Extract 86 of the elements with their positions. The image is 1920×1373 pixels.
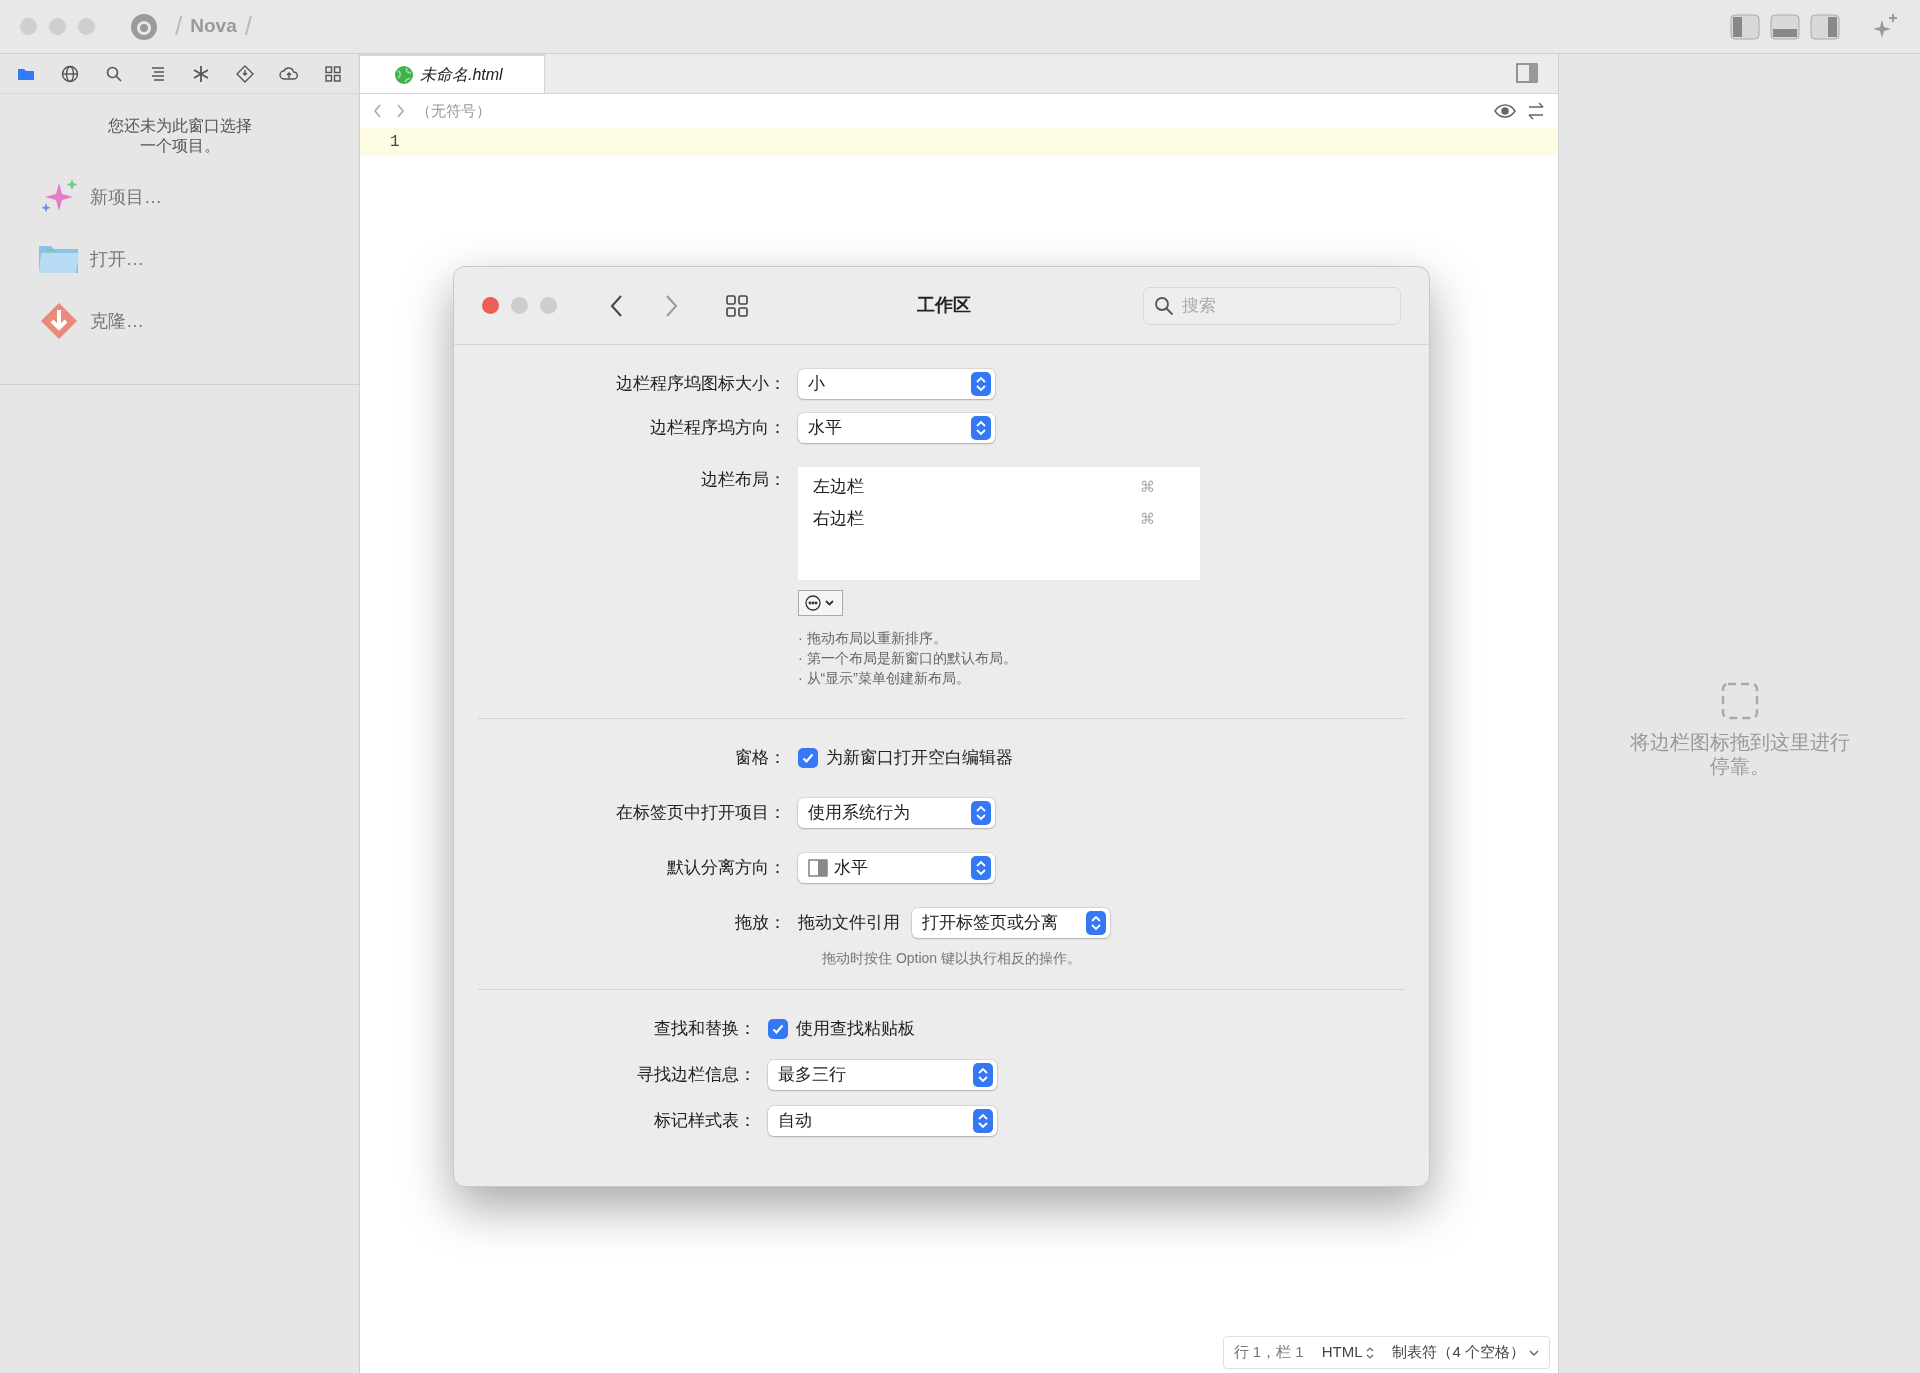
chevron-down-icon xyxy=(1529,1348,1539,1357)
dialog-title: 工作区 xyxy=(916,294,972,317)
app-logo-icon xyxy=(129,11,159,42)
popup-button[interactable]: 小 xyxy=(798,369,995,399)
popup-value: 最多三行 xyxy=(778,1064,846,1087)
field-label: 拖放： xyxy=(734,912,786,935)
checkmark-icon xyxy=(801,751,815,765)
popup-button[interactable]: 自动 xyxy=(768,1106,997,1136)
field-label: 寻找边栏信息： xyxy=(636,1064,756,1087)
split-view-icon xyxy=(808,859,828,877)
field-label: 边栏程序坞图标大小： xyxy=(615,373,786,396)
field-label: 边栏布局： xyxy=(700,469,786,491)
popup-button[interactable]: 水平 xyxy=(798,853,995,883)
cursor-position[interactable]: 行 1，栏 1 xyxy=(1233,1341,1304,1364)
app-name: Nova xyxy=(190,14,237,39)
stepper-icon xyxy=(971,801,991,825)
field-label: 标记样式表： xyxy=(653,1110,756,1133)
checkbox[interactable] xyxy=(798,748,818,768)
stepper-icon xyxy=(973,1109,993,1133)
shortcut-text: ⌘ xyxy=(1140,476,1155,497)
globe-icon xyxy=(394,64,414,85)
syntax-selector[interactable]: HTML xyxy=(1321,1341,1375,1364)
grid-icon[interactable] xyxy=(322,63,343,84)
action-link[interactable]: 克隆… xyxy=(90,307,144,335)
popup-value: 小 xyxy=(808,373,825,396)
note-text: · 第一个布局是新窗口的默认布局。 xyxy=(798,649,1018,668)
stepper-icon xyxy=(971,372,991,396)
layout-toggle-icon[interactable] xyxy=(1730,13,1760,40)
popup-value: 打开标签页或分离 xyxy=(922,912,1058,935)
popup-value: 自动 xyxy=(778,1110,812,1133)
field-label: 窗格： xyxy=(734,747,786,770)
close-button[interactable] xyxy=(482,297,499,314)
popup-button[interactable]: 水平 xyxy=(798,413,995,443)
dock-hint-text: 停靠。 xyxy=(1709,754,1770,778)
list-item[interactable]: 右边栏 ⌘ xyxy=(798,503,1200,535)
checkbox[interactable] xyxy=(768,1019,788,1039)
hint-text: 拖动时按住 Option 键以执行相反的操作。 xyxy=(822,949,1083,968)
eye-icon[interactable] xyxy=(1494,103,1516,119)
checkbox-label[interactable]: 为新窗口打开空白编辑器 xyxy=(826,745,1013,771)
popup-button[interactable]: 使用系统行为 xyxy=(798,798,995,828)
swap-icon[interactable] xyxy=(1526,102,1546,120)
stepper-icon xyxy=(971,416,991,440)
note-text: · 从“显示”菜单创建新布局。 xyxy=(798,669,971,688)
checkmark-icon xyxy=(771,1022,785,1036)
checkbox-label[interactable]: 使用查找粘贴板 xyxy=(796,1016,915,1042)
layout-toggle-icon[interactable] xyxy=(1810,13,1840,40)
popup-value: 使用系统行为 xyxy=(808,802,910,825)
editor-tab[interactable]: 未命名.html xyxy=(360,53,545,93)
popup-value: 水平 xyxy=(834,857,868,880)
path-separator: / xyxy=(175,10,183,43)
popup-button[interactable]: 打开标签页或分离 xyxy=(912,908,1110,938)
path-separator: / xyxy=(244,10,252,43)
stepper-icon xyxy=(1086,911,1106,935)
line-number: 1 xyxy=(390,132,400,153)
search-icon xyxy=(1154,295,1174,316)
field-label: 查找和替换： xyxy=(653,1018,756,1041)
dashed-square-icon xyxy=(1720,682,1759,720)
search-input[interactable]: 搜索 xyxy=(1182,292,1382,319)
layout-toggle-icon[interactable] xyxy=(1770,13,1800,40)
stepper-icon xyxy=(973,1063,993,1087)
globe-icon[interactable] xyxy=(59,63,80,84)
dock-hint-text: 将边栏图标拖到这里进行 xyxy=(1629,730,1850,754)
popup-button[interactable]: 最多三行 xyxy=(768,1060,997,1090)
shortcut-text: ⌘ xyxy=(1140,508,1155,529)
updown-icon xyxy=(1366,1346,1375,1359)
grid-icon[interactable] xyxy=(725,293,749,318)
note-text: · 拖动布局以重新排序。 xyxy=(798,629,948,648)
diamond-icon[interactable] xyxy=(235,63,256,84)
panel-toggle-icon[interactable] xyxy=(1516,63,1538,83)
empty-state-message: 一个项目。 xyxy=(139,136,220,156)
search-field[interactable]: 搜索 xyxy=(1143,286,1401,325)
action-link[interactable]: 新项目… xyxy=(90,183,162,211)
forward-icon[interactable] xyxy=(394,103,406,119)
popup-value: 水平 xyxy=(808,417,842,440)
folder-icon xyxy=(38,243,80,275)
field-label: 在标签页中打开项目： xyxy=(615,802,786,825)
actions-menu-button[interactable] xyxy=(798,590,843,616)
field-label: 默认分离方向： xyxy=(666,857,786,880)
drop-label: 拖动文件引用 xyxy=(798,912,900,935)
field-label: 边栏程序坞方向： xyxy=(649,417,786,440)
stepper-icon xyxy=(971,856,991,880)
download-diamond-icon xyxy=(40,302,78,340)
action-link[interactable]: 打开… xyxy=(90,245,144,273)
list-item[interactable]: 左边栏 ⌘ xyxy=(798,471,1200,503)
empty-state-message: 您还未为此窗口选择 xyxy=(107,116,252,136)
indentation-selector[interactable]: 制表符（4 个空格） xyxy=(1392,1341,1539,1364)
